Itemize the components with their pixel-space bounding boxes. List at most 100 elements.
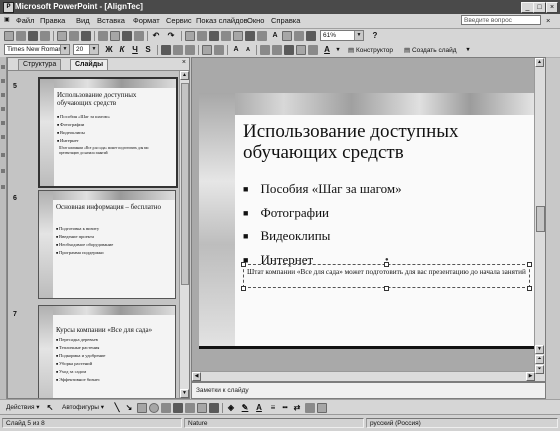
save-icon[interactable]: [28, 31, 38, 41]
tab-outline[interactable]: Структура: [18, 59, 62, 70]
powerpoint-app-icon[interactable]: P: [3, 2, 14, 13]
wordart-icon[interactable]: [173, 403, 183, 413]
previous-slide-icon[interactable]: ⏶: [535, 355, 544, 364]
menu-slideshow[interactable]: Показ слайдов: [196, 16, 248, 25]
new-icon[interactable]: [4, 31, 14, 41]
strip-icon[interactable]: [1, 107, 5, 111]
toolbar-options-icon[interactable]: ▾: [463, 45, 473, 55]
line-spacing-icon[interactable]: [284, 45, 294, 55]
numbering-icon[interactable]: [202, 45, 212, 55]
picture-icon[interactable]: [209, 403, 219, 413]
underline-button[interactable]: Ч: [130, 45, 140, 55]
selected-textbox[interactable]: Штат компании «Все для сада» может подго…: [243, 264, 530, 288]
arrow-style-icon[interactable]: ⇄: [292, 403, 302, 413]
line-color-icon[interactable]: ✎: [240, 403, 250, 413]
chevron-down-icon[interactable]: ▾: [333, 45, 343, 55]
font-color-draw-icon[interactable]: A: [254, 403, 264, 413]
para-spacing-icon[interactable]: [296, 45, 306, 55]
strip-icon[interactable]: [1, 153, 5, 157]
show-formatting-icon[interactable]: [282, 31, 292, 41]
align-left-icon[interactable]: [161, 45, 171, 55]
strip-icon[interactable]: [1, 169, 5, 173]
rectangle-icon[interactable]: [137, 403, 147, 413]
color-grayscale-icon[interactable]: [306, 31, 316, 41]
undo-icon[interactable]: ↶: [151, 31, 161, 41]
zoom-select[interactable]: 61% ▼: [320, 30, 364, 41]
font-size-select[interactable]: 20 ▼: [73, 44, 99, 55]
insert-chart-icon[interactable]: [221, 31, 231, 41]
document-menu-icon[interactable]: ▣: [4, 16, 10, 23]
print-icon[interactable]: [57, 31, 67, 41]
arrow-icon[interactable]: ↘: [124, 403, 134, 413]
paste-icon[interactable]: [122, 31, 132, 41]
slide-bullet-list[interactable]: Пособия «Шаг за шагом» Фотографии Видеок…: [243, 178, 401, 272]
menu-file[interactable]: Файл: [16, 16, 34, 25]
menu-insert[interactable]: Вставка: [97, 16, 125, 25]
actions-menu[interactable]: Действия ▾: [6, 403, 40, 411]
notes-pane[interactable]: Заметки к слайду: [191, 382, 546, 399]
scroll-thumb[interactable]: [536, 206, 545, 232]
oval-icon[interactable]: [149, 403, 159, 413]
strip-icon[interactable]: [1, 93, 5, 97]
resize-handle[interactable]: [241, 262, 246, 267]
scroll-up-icon[interactable]: ▲: [535, 58, 544, 67]
font-select[interactable]: Times New Roman ▼: [4, 44, 70, 55]
increase-indent-icon[interactable]: [272, 45, 282, 55]
strip-icon[interactable]: [1, 135, 5, 139]
strip-icon[interactable]: [1, 121, 5, 125]
scroll-down-icon[interactable]: ▼: [180, 389, 189, 398]
line-icon[interactable]: ╲: [112, 403, 122, 413]
redo-icon[interactable]: ↷: [166, 31, 176, 41]
increase-font-icon[interactable]: A: [231, 45, 241, 55]
slide-thumbnail-6[interactable]: Основная информация – бесплатно Подготов…: [38, 190, 176, 299]
font-color-icon[interactable]: A: [322, 45, 332, 55]
expand-all-icon[interactable]: A: [270, 31, 280, 41]
help-icon[interactable]: ?: [370, 31, 380, 41]
scroll-thumb[interactable]: [181, 83, 189, 285]
resize-handle[interactable]: [527, 262, 532, 267]
decrease-indent-icon[interactable]: [260, 45, 270, 55]
resize-handle[interactable]: [527, 286, 532, 291]
new-slide-button[interactable]: ▤ Создать слайд: [404, 46, 457, 54]
tables-borders-icon[interactable]: [209, 31, 219, 41]
resize-handle[interactable]: [241, 286, 246, 291]
menu-edit[interactable]: Правка: [40, 16, 65, 25]
scroll-left-icon[interactable]: ◀: [192, 372, 201, 381]
close-window-button[interactable]: ×: [546, 2, 558, 13]
decrease-font-icon[interactable]: A: [243, 45, 253, 55]
strip-icon[interactable]: [1, 65, 5, 69]
spelling-icon[interactable]: [81, 31, 91, 41]
pane-scrollbar[interactable]: ▲ ▼: [179, 71, 189, 398]
char-spacing-icon[interactable]: [308, 45, 318, 55]
scroll-right-icon[interactable]: ▶: [526, 372, 535, 381]
select-arrow-icon[interactable]: ↖: [45, 403, 55, 413]
menu-tools[interactable]: Сервис: [166, 16, 192, 25]
preview-icon[interactable]: [69, 31, 79, 41]
strip-icon[interactable]: [1, 79, 5, 83]
close-pane-icon[interactable]: ×: [182, 59, 186, 66]
resize-handle[interactable]: [384, 286, 389, 291]
menu-view[interactable]: Вид: [76, 16, 90, 25]
vertical-scrollbar[interactable]: ▲ ▼ ⏶ ⏷: [534, 58, 545, 381]
tab-slides[interactable]: Слайды: [70, 59, 109, 70]
horizontal-scrollbar[interactable]: ◀ ▶: [192, 371, 535, 381]
fill-color-icon[interactable]: ◈: [226, 403, 236, 413]
scroll-up-icon[interactable]: ▲: [180, 71, 189, 80]
menu-help[interactable]: Справка: [271, 16, 300, 25]
slide-title[interactable]: Использование доступных обучающих средст…: [243, 121, 523, 163]
menu-window[interactable]: Окно: [247, 16, 264, 25]
slide-thumbnail-7[interactable]: Курсы компании «Все для сада» Пересадка …: [38, 305, 176, 398]
diagram-icon[interactable]: [185, 403, 195, 413]
slide-thumbnail-5[interactable]: Использование доступных обучающих средст…: [38, 77, 178, 188]
current-slide[interactable]: Использование доступных обучающих средст…: [199, 93, 541, 349]
align-center-icon[interactable]: [173, 45, 183, 55]
shadow-button[interactable]: S: [143, 45, 153, 55]
align-right-icon[interactable]: [185, 45, 195, 55]
bullets-icon[interactable]: [214, 45, 224, 55]
hyperlink-icon[interactable]: [257, 31, 267, 41]
dash-style-icon[interactable]: ┅: [280, 403, 290, 413]
textbox-icon[interactable]: [161, 403, 171, 413]
autoshapes-menu[interactable]: Автофигуры ▾: [62, 403, 104, 411]
insert-picture-icon[interactable]: [245, 31, 255, 41]
resize-handle[interactable]: [384, 262, 389, 267]
